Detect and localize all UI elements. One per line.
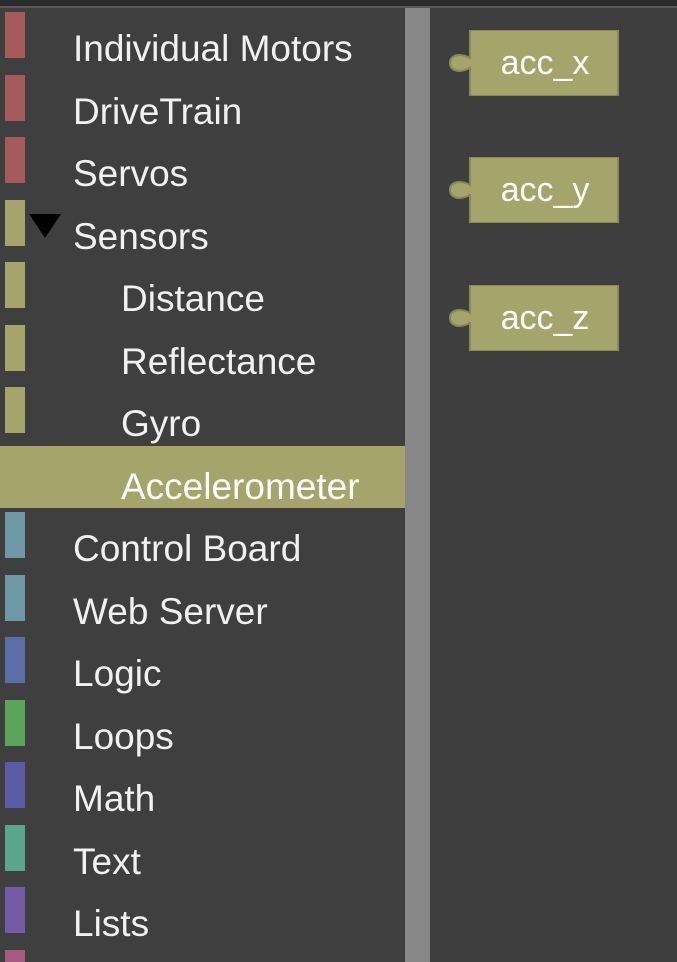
value-block-acc-z[interactable]: acc_z: [448, 285, 620, 351]
category-label: Gyro: [121, 403, 202, 444]
block-flyout: [430, 8, 677, 962]
value-block-acc-x[interactable]: acc_x: [448, 30, 620, 96]
toolbox-category-servos[interactable]: Servos: [0, 133, 405, 196]
category-label: DriveTrain: [73, 90, 243, 132]
toolbox-category-distance[interactable]: Distance: [0, 258, 405, 321]
toolbox-category-text[interactable]: Text: [0, 821, 405, 884]
toolbox-category-accelerometer[interactable]: Accelerometer: [0, 445, 405, 508]
toolbox-category-sensors[interactable]: Sensors: [0, 196, 405, 259]
category-color-swatch: [5, 762, 25, 808]
category-label: Loops: [73, 715, 174, 757]
category-label: Reflectance: [121, 340, 317, 382]
toolbox-category-control-board[interactable]: Control Board: [0, 508, 405, 571]
category-color-swatch: [5, 199, 25, 246]
expand-triangle-icon[interactable]: [29, 213, 61, 238]
category-label: Servos: [73, 153, 189, 194]
toolbox-category-logic[interactable]: Logic: [0, 633, 405, 696]
category-label: Accelerometer: [121, 465, 360, 507]
block-label: acc_y: [500, 171, 590, 209]
category-color-swatch: [5, 387, 25, 433]
toolbox-category-category[interactable]: [0, 946, 405, 962]
category-color-swatch: [5, 824, 25, 871]
category-color-swatch: [5, 949, 25, 962]
toolbox-category-math[interactable]: Math: [0, 758, 405, 821]
category-label: Distance: [121, 278, 265, 319]
category-color-swatch: [5, 637, 25, 683]
category-label: Logic: [73, 653, 162, 694]
category-color-swatch: [5, 574, 25, 621]
block-label: acc_z: [500, 299, 590, 337]
toolbox-category-drivetrain[interactable]: DriveTrain: [0, 71, 405, 134]
category-color-swatch: [5, 12, 25, 58]
category-color-swatch: [5, 699, 25, 746]
category-label: Individual Motors: [73, 28, 353, 69]
category-label: Control Board: [73, 528, 302, 569]
toolbox-category-individual-motors[interactable]: Individual Motors: [0, 8, 405, 71]
category-label: Text: [73, 840, 141, 882]
toolbox-category-list: Individual Motors DriveTrain Servos Sensors…: [0, 8, 405, 962]
category-label: Lists: [73, 903, 150, 944]
category-color-swatch: [5, 324, 25, 371]
category-color-swatch: [5, 262, 25, 308]
toolbox-category-web-server[interactable]: Web Server: [0, 571, 405, 634]
category-label: Web Server: [73, 590, 268, 632]
value-block-acc-y[interactable]: acc_y: [448, 157, 620, 223]
block-label: acc_x: [500, 44, 590, 82]
toolbox-scrollbar[interactable]: [405, 8, 430, 962]
category-color-swatch: [5, 512, 25, 558]
toolbox-category-gyro[interactable]: Gyro: [0, 383, 405, 446]
toolbox-category-loops[interactable]: Loops: [0, 696, 405, 759]
toolbox-category-lists[interactable]: Lists: [0, 883, 405, 946]
category-label: Sensors: [73, 215, 209, 257]
toolbox-category-reflectance[interactable]: Reflectance: [0, 321, 405, 384]
category-color-swatch: [5, 74, 25, 121]
top-border: [0, 0, 677, 8]
category-label: Math: [73, 778, 156, 819]
category-color-swatch: [5, 887, 25, 933]
category-color-swatch: [5, 137, 25, 183]
category-color-swatch: [5, 450, 25, 496]
